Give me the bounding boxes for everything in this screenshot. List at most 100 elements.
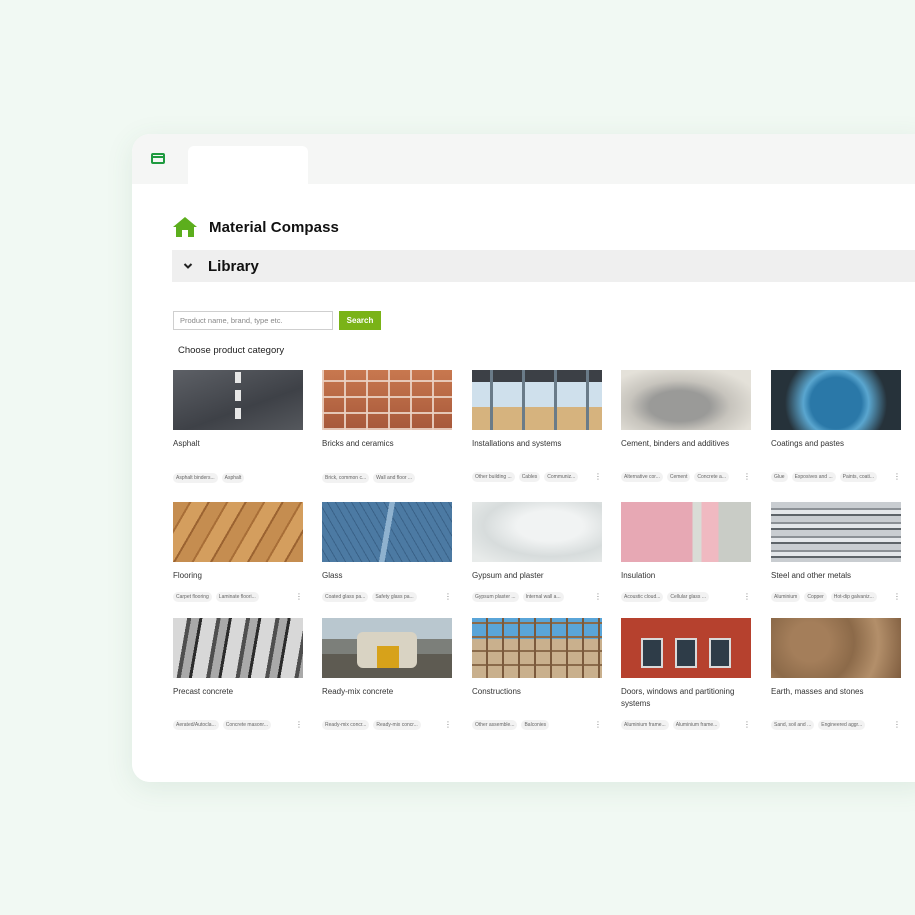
page-header: Material Compass [172, 214, 339, 240]
precast-image [173, 618, 303, 678]
tag[interactable]: Hot-dip galvaniz... [830, 592, 877, 602]
more-options-icon[interactable]: ⋮ [444, 593, 452, 601]
ready-mix-image [322, 618, 452, 678]
category-card-insulation[interactable]: Insulation Acoustic cloud... Cellular gl… [621, 502, 751, 602]
category-card-precast[interactable]: Precast concrete Aerated/Autocla... Conc… [173, 618, 303, 730]
category-card-constructions[interactable]: Constructions Other assemble... Balconie… [472, 618, 602, 730]
more-options-icon[interactable]: ⋮ [893, 473, 901, 481]
category-card-coatings[interactable]: Coatings and pastes Glue Exposives and .… [771, 370, 901, 482]
tag-list: Ready-mix concr... Ready-mix concr... ⋮ [322, 720, 452, 730]
more-options-icon[interactable]: ⋮ [594, 473, 602, 481]
tag[interactable]: Concrete masonr... [222, 720, 271, 730]
tag[interactable]: Other assemble... [472, 720, 518, 730]
tag[interactable]: Aerated/Autocla... [173, 720, 219, 730]
category-card-earth[interactable]: Earth, masses and stones Sand, soil and … [771, 618, 901, 730]
category-name: Bricks and ceramics [322, 439, 394, 448]
search-input[interactable] [173, 311, 333, 330]
tag[interactable]: Cellular glass ... [667, 592, 709, 602]
tag-list: Aerated/Autocla... Concrete masonr... ⋮ [173, 720, 303, 730]
more-options-icon[interactable]: ⋮ [893, 721, 901, 729]
category-name: Flooring [173, 571, 202, 580]
home-icon[interactable] [172, 216, 198, 238]
tag-list: Alternative cor... Cement Concrete a... … [621, 472, 751, 482]
tag[interactable]: Concrete a... [694, 472, 730, 482]
category-card-flooring[interactable]: Flooring Carpet flooring Laminate floori… [173, 502, 303, 602]
category-name: Coatings and pastes [771, 439, 844, 448]
tag[interactable]: Coated glass pa... [322, 592, 369, 602]
tag[interactable]: Laminate floori... [215, 592, 259, 602]
category-card-installations[interactable]: Installations and systems Other building… [472, 370, 602, 482]
tag[interactable]: Cables [518, 472, 541, 482]
cement-image [621, 370, 751, 430]
tag-list: Coated glass pa... Safety glass pa... ⋮ [322, 592, 452, 602]
category-name: Insulation [621, 571, 656, 580]
tag[interactable]: Brick, common c... [322, 473, 370, 483]
installations-image [472, 370, 602, 430]
asphalt-image [173, 370, 303, 430]
tag[interactable]: Aluminium [771, 592, 801, 602]
category-card-glass[interactable]: Glass Coated glass pa... Safety glass pa… [322, 502, 452, 602]
library-label: Library [208, 257, 259, 275]
category-card-bricks[interactable]: Bricks and ceramics Brick, common c... W… [322, 370, 452, 483]
tag-list: Acoustic cloud... Cellular glass ... ⋮ [621, 592, 751, 602]
tag[interactable]: Balconies [521, 720, 550, 730]
category-name: Doors, windows and partitioning systems [621, 687, 735, 708]
category-card-steel[interactable]: Steel and other metals Aluminium Copper … [771, 502, 901, 602]
flooring-image [173, 502, 303, 562]
category-card-gypsum[interactable]: Gypsum and plaster Gypsum plaster ... In… [472, 502, 602, 602]
tag[interactable]: Wall and floor ... [373, 473, 416, 483]
library-section-toggle[interactable]: Library [172, 250, 915, 282]
tag[interactable]: Alternative cor... [621, 472, 663, 482]
tag[interactable]: Gypsum plaster ... [472, 592, 519, 602]
more-options-icon[interactable]: ⋮ [743, 721, 751, 729]
app-window: Material Compass Library Search Choose p… [132, 134, 915, 782]
tag[interactable]: Communiz... [544, 472, 579, 482]
tag-list: Gypsum plaster ... Internal wall a... ⋮ [472, 592, 602, 602]
tag-list: Other building ... Cables Communiz... ⋮ [472, 472, 602, 482]
tag[interactable]: Carpet flooring [173, 592, 212, 602]
search-button[interactable]: Search [339, 311, 381, 330]
more-options-icon[interactable]: ⋮ [295, 721, 303, 729]
more-options-icon[interactable]: ⋮ [893, 593, 901, 601]
category-card-cement[interactable]: Cement, binders and additives Alternativ… [621, 370, 751, 482]
more-options-icon[interactable]: ⋮ [594, 721, 602, 729]
tag-list: Brick, common c... Wall and floor ... [322, 473, 452, 483]
tag[interactable]: Sand, soil and ... [771, 720, 815, 730]
tag[interactable]: Ready-mix concr... [322, 720, 370, 730]
tag[interactable]: Internal wall a... [522, 592, 564, 602]
tag[interactable]: Other building ... [472, 472, 515, 482]
category-name: Steel and other metals [771, 571, 852, 580]
tag[interactable]: Engineered aggr... [818, 720, 866, 730]
tag[interactable]: Copper [804, 592, 827, 602]
tag[interactable]: Acoustic cloud... [621, 592, 664, 602]
tag[interactable]: Paints, coati... [839, 472, 878, 482]
earth-image [771, 618, 901, 678]
category-card-asphalt[interactable]: Asphalt Asphalt binders... Asphalt [173, 370, 303, 483]
tag[interactable]: Aluminium frame... [672, 720, 721, 730]
tag[interactable]: Aluminium frame... [621, 720, 669, 730]
more-options-icon[interactable]: ⋮ [743, 473, 751, 481]
browser-tab[interactable] [188, 146, 308, 184]
tag-list: Other assemble... Balconies ⋮ [472, 720, 602, 730]
more-options-icon[interactable]: ⋮ [444, 721, 452, 729]
browser-window-icon [151, 153, 165, 164]
tag[interactable]: Cement [666, 472, 691, 482]
tag[interactable]: Glue [771, 472, 788, 482]
more-options-icon[interactable]: ⋮ [594, 593, 602, 601]
category-card-doors-windows[interactable]: Doors, windows and partitioning systems … [621, 618, 751, 730]
glass-image [322, 502, 452, 562]
tag-list: Sand, soil and ... Engineered aggr... ⋮ [771, 720, 901, 730]
tag[interactable]: Ready-mix concr... [373, 720, 421, 730]
category-name: Glass [322, 571, 343, 580]
category-card-ready-mix[interactable]: Ready-mix concrete Ready-mix concr... Re… [322, 618, 452, 730]
tag[interactable]: Asphalt [221, 473, 245, 483]
category-name: Earth, masses and stones [771, 687, 864, 696]
tag[interactable]: Safety glass pa... [372, 592, 417, 602]
title-bar [132, 134, 915, 184]
tag[interactable]: Exposives and ... [791, 472, 836, 482]
tag-list: Aluminium frame... Aluminium frame... ⋮ [621, 720, 751, 730]
tag[interactable]: Asphalt binders... [173, 473, 218, 483]
more-options-icon[interactable]: ⋮ [743, 593, 751, 601]
more-options-icon[interactable]: ⋮ [295, 593, 303, 601]
doors-windows-image [621, 618, 751, 678]
